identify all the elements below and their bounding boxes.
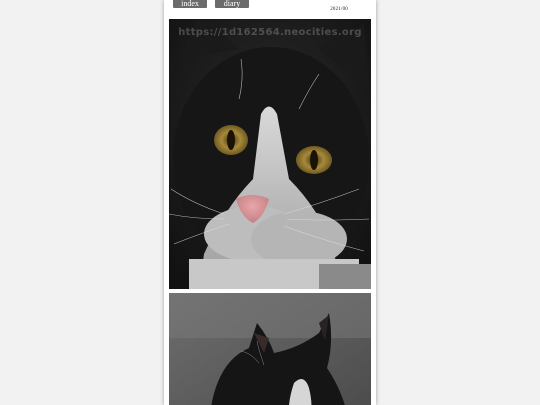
diary-page: index diary index 2021/00 — [164, 0, 376, 405]
top-nav: index diary index 2021/00 — [164, 0, 376, 14]
cat-profile-image — [169, 293, 371, 405]
cat-photo-2 — [169, 293, 371, 405]
cat-face-image — [169, 19, 371, 289]
diary-index-link[interactable]: diary index — [215, 0, 249, 8]
watermark-text: https://1d162564.neocities.org — [178, 27, 362, 38]
entry-date: 2021/00 — [330, 7, 348, 12]
index-link[interactable]: index — [173, 0, 207, 8]
cat-photo-1: https://1d162564.neocities.org — [169, 19, 371, 289]
